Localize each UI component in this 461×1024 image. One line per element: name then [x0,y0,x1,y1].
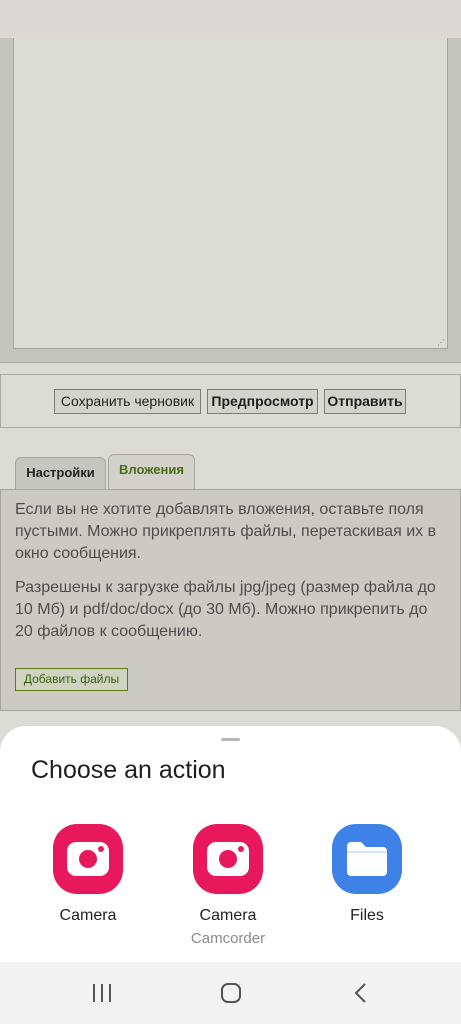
tab-settings[interactable]: Настройки [15,457,106,489]
app-label: Files [350,907,384,924]
app-sublabel: Camcorder [190,930,266,947]
send-button[interactable]: Отправить [324,389,406,414]
attachments-info-text: Если вы не хотите добавлять вложения, ос… [15,501,437,562]
folder-app-icon [332,824,402,894]
recent-apps-icon[interactable] [82,976,122,1010]
attachments-panel: Если вы не хотите добавлять вложения, ос… [0,489,461,711]
sheet-drag-handle[interactable] [221,738,240,741]
app-label: Camera [199,907,257,924]
add-files-button[interactable]: Добавить файлы [15,668,128,691]
preview-button[interactable]: Предпросмотр [207,389,318,414]
message-textarea[interactable]: ⋰ [13,38,448,349]
save-draft-button[interactable]: Сохранить черновик [54,389,201,414]
home-icon[interactable] [211,976,251,1010]
app-option-files[interactable]: Files [302,824,432,926]
status-bar [0,0,461,38]
app-option-camcorder[interactable]: Camera Camcorder [163,824,293,949]
form-button-bar: Сохранить черновик Предпросмотр Отправит… [0,374,461,428]
app-option-camera[interactable]: Camera [23,824,153,926]
sheet-title: Choose an action [31,756,226,784]
camera-app-icon [193,824,263,894]
app-label: Camera [59,907,117,924]
tab-attachments[interactable]: Вложения [108,454,195,490]
attachments-rules-text: Разрешены к загрузке файлы jpg/jpeg (раз… [15,579,436,640]
resize-grip-icon[interactable]: ⋰ [437,338,445,347]
system-navigation-bar [0,962,461,1024]
message-editor-frame: ⋰ [0,38,461,363]
camera-app-icon [53,824,123,894]
back-icon[interactable] [341,976,381,1010]
